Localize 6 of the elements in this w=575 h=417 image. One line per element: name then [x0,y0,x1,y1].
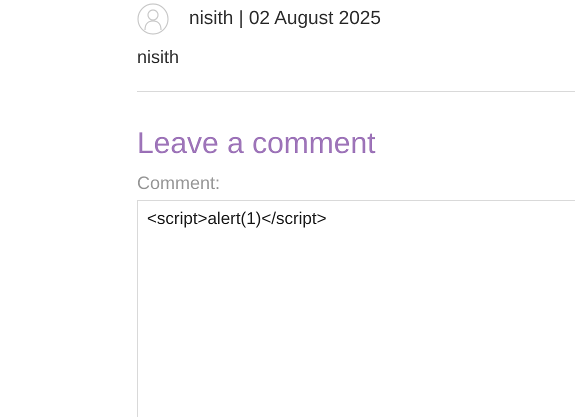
comment-field[interactable]: <script>alert(1)</script> [137,200,575,417]
section-heading: Leave a comment [137,126,376,162]
avatar-icon [137,3,169,35]
field-label: Comment: [137,172,222,194]
comment-text: nisith [137,47,180,69]
comment-author-date: nisith | 02 August 2025 [189,8,381,30]
